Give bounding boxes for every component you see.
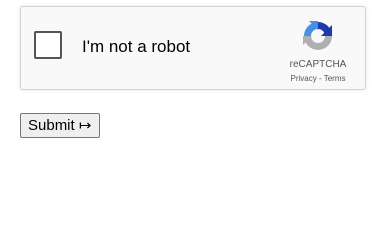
submit-button[interactable]: Submit ↦ [20, 113, 101, 138]
recaptcha-widget: I'm not a robot reCAPTCHA Privacy - Term… [20, 6, 366, 90]
terms-link[interactable]: Terms [324, 74, 346, 83]
recaptcha-branding: reCAPTCHA Privacy - Terms [283, 17, 353, 89]
recaptcha-brand-name: reCAPTCHA [289, 59, 347, 70]
recaptcha-logo-icon [303, 21, 332, 50]
privacy-link[interactable]: Privacy [291, 74, 317, 83]
captcha-label: I'm not a robot [82, 37, 191, 56]
recaptcha-links: Privacy - Terms [283, 74, 353, 84]
links-separator: - [316, 74, 324, 83]
page: I'm not a robot reCAPTCHA Privacy - Term… [0, 0, 380, 220]
captcha-checkbox[interactable] [34, 31, 62, 59]
